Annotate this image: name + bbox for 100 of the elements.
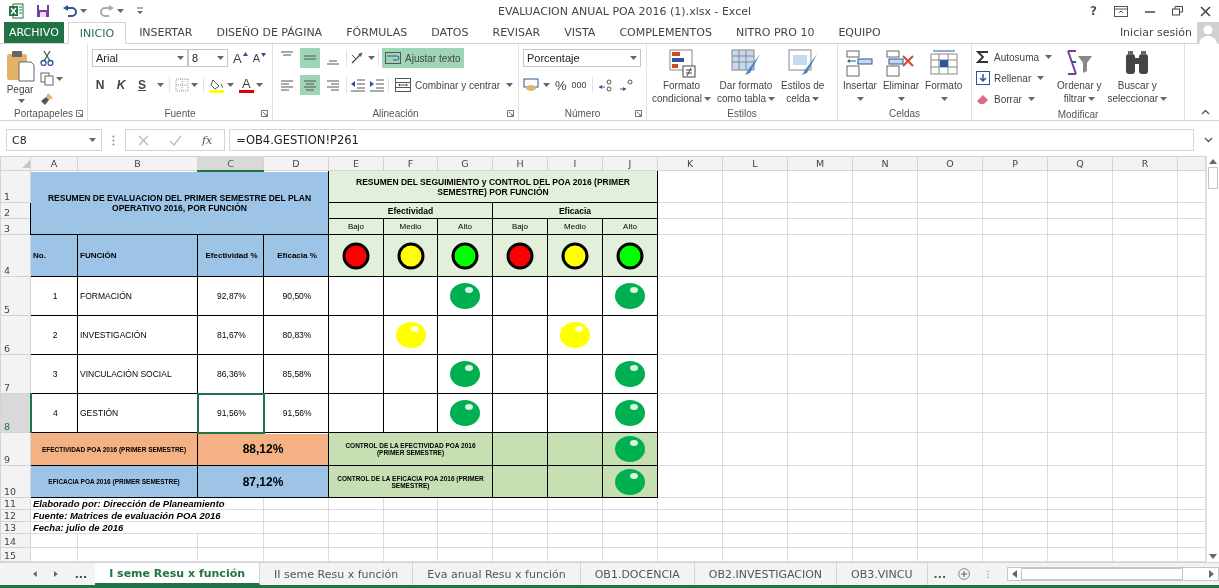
more-sheets-button[interactable]: ... [933,567,947,581]
formula-field[interactable]: =OB4.GESTION!P261 [229,129,1194,151]
redo-icon[interactable] [99,5,115,17]
row-header[interactable]: 9 [0,432,31,466]
number-format-field[interactable]: Porcentaje [523,49,641,67]
ribbon-tab[interactable]: VISTA [553,22,607,43]
row-header[interactable]: 1 [0,170,31,203]
ribbon-display-icon[interactable] [1114,5,1128,17]
close-icon[interactable] [1200,5,1211,17]
font-style-button[interactable]: N [92,79,108,91]
column-header[interactable]: K [657,156,723,171]
ribbon-tab[interactable]: DATOS [420,22,480,43]
scroll-down-icon[interactable] [1209,554,1217,559]
fill-button[interactable]: Rellenar [976,69,1053,87]
ribbon-tab[interactable]: REVISAR [481,22,552,43]
help-button[interactable]: ? [1090,4,1097,18]
row-header[interactable]: 10 [0,465,31,498]
format-button[interactable]: Formato [924,48,964,105]
save-icon[interactable] [36,4,50,18]
scroll-left-icon[interactable] [1011,570,1017,578]
column-header[interactable]: J [602,156,658,171]
more-sheets-button[interactable]: ... [74,567,88,581]
paintbrush-icon[interactable] [40,92,54,106]
autosum-button[interactable]: Autosuma [976,48,1053,66]
table-cell[interactable]: 81,67% [197,315,264,355]
clear-button[interactable]: Borrar [976,90,1053,108]
column-header[interactable]: H [492,156,548,171]
column-header[interactable]: O [917,156,983,171]
grow-font-button[interactable]: A [233,51,248,65]
decrease-decimal-icon[interactable] [618,78,635,92]
delete-button[interactable]: Eliminar [881,48,921,105]
row-header[interactable]: 7 [0,354,31,394]
increase-decimal-icon[interactable] [597,78,614,92]
font-style-button[interactable]: S [134,79,150,91]
wrap-text-button[interactable]: Ajustar texto [382,48,464,68]
vertical-scrollbar[interactable] [1206,156,1219,562]
scissors-icon[interactable] [40,50,54,66]
font-family-field[interactable]: Arial [92,49,188,67]
table-cell[interactable]: 91,56% [197,393,264,433]
file-tab[interactable]: ARCHIVO [4,22,64,43]
scroll-thumb[interactable] [1208,167,1218,189]
increase-indent-icon[interactable] [369,78,385,92]
copy-icon[interactable] [40,72,54,86]
column-header[interactable]: C [197,156,264,171]
collapse-ribbon-icon[interactable] [1201,109,1210,115]
shrink-font-button[interactable]: A [252,52,266,64]
format-table-button[interactable]: Dar formato como tabla [716,48,776,105]
insert-function-button[interactable]: fx [202,133,213,147]
font-style-button[interactable]: K [113,79,129,91]
scroll-up-icon[interactable] [1209,159,1217,164]
add-sheet-icon[interactable] [958,566,971,582]
customize-toolbar-icon[interactable] [136,7,144,15]
column-header[interactable]: Q [1047,156,1113,171]
column-header[interactable]: A [30,156,78,171]
scroll-tabs-left-icon[interactable] [33,570,37,578]
font-size-field[interactable]: 8 [188,49,228,67]
restore-icon[interactable] [1172,6,1183,16]
ribbon-tab[interactable]: INICIO [67,22,127,44]
more-options-icon[interactable] [112,134,115,146]
ribbon-tab[interactable]: FÓRMULAS [335,22,419,43]
ribbon-tab[interactable]: DISEÑO DE PÁGINA [205,22,334,43]
column-header[interactable]: P [982,156,1048,171]
check-icon[interactable] [169,134,182,146]
column-header[interactable]: L [722,156,788,171]
scroll-thumb[interactable] [1020,568,1183,580]
name-box[interactable]: C8 [6,129,102,151]
row-header[interactable]: 4 [0,234,31,277]
scroll-tabs-right-icon[interactable] [53,570,58,578]
paste-button[interactable]: Pegar [4,48,36,103]
row-header[interactable]: 8 [0,393,31,433]
ribbon-tab[interactable]: INSERTAR [128,22,204,43]
sheet-tab[interactable]: I seme Resu x función [95,563,261,585]
column-header[interactable]: E [328,156,384,171]
decrease-indent-icon[interactable] [350,78,366,92]
undo-icon[interactable] [62,5,78,17]
row-header[interactable]: 5 [0,276,31,316]
ribbon-tab[interactable]: NITRO PRO 10 [724,22,826,43]
sort-filter-button[interactable]: Ordenar y filtrar [1056,48,1103,105]
ribbon-tab[interactable]: EQUIPO [827,22,892,43]
table-cell[interactable]: 92,87% [197,276,264,316]
row-header[interactable]: 6 [0,315,31,355]
horizontal-scrollbar[interactable] [1006,567,1219,581]
orientation-icon[interactable] [350,51,366,65]
column-header[interactable]: N [852,156,918,171]
dialog-launcher-icon[interactable] [76,110,83,117]
fill-color-icon[interactable] [209,77,225,93]
conditional-format-button[interactable]: Formato condicional [651,48,713,105]
find-select-button[interactable]: Buscar y seleccionar [1106,48,1169,105]
dialog-launcher-icon[interactable] [261,110,268,117]
column-header[interactable]: R [1112,156,1178,171]
column-header[interactable]: F [383,156,438,171]
thousands-button[interactable]: 000 [571,80,587,90]
column-header[interactable]: B [77,156,198,171]
column-header[interactable]: M [787,156,853,171]
currency-icon[interactable] [523,78,541,92]
insert-button[interactable]: Insertar [842,48,878,105]
font-color-button[interactable]: A [239,77,254,93]
expand-icon[interactable] [1204,137,1213,143]
column-header[interactable]: I [547,156,603,171]
ribbon-tab[interactable]: COMPLEMENTOS [608,22,723,43]
